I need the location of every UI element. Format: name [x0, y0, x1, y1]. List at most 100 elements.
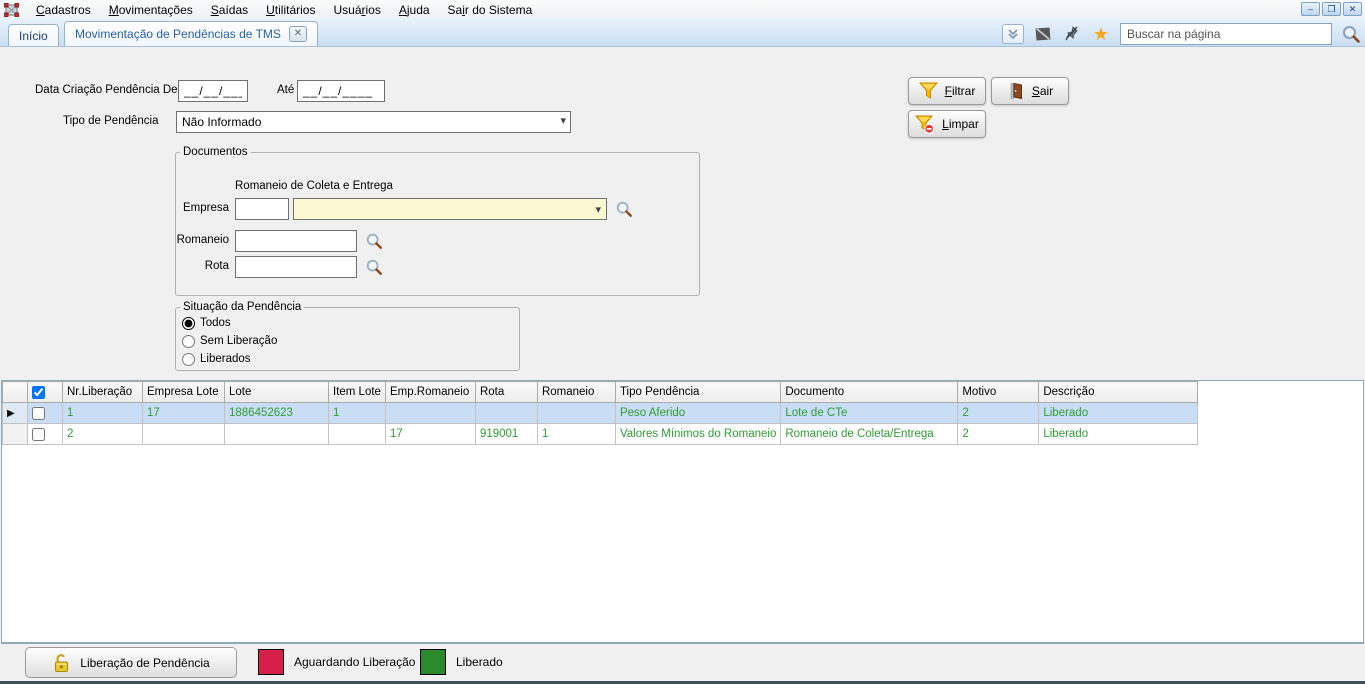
row-checkbox[interactable]: [32, 427, 45, 441]
menu-movimentacoes[interactable]: Movimentações: [100, 2, 202, 18]
cell-descricao: Liberado: [1038, 402, 1199, 424]
filtrar-button[interactable]: Filtrar: [908, 77, 986, 105]
select-all-header: [27, 381, 63, 403]
cell-rota: [474, 402, 538, 424]
select-all-checkbox[interactable]: [32, 385, 45, 399]
cell-emp-romaneio: [384, 402, 476, 424]
romaneio-search-button[interactable]: [365, 232, 383, 250]
search-input[interactable]: [1120, 23, 1332, 45]
col-nr-liberacao[interactable]: Nr.Liberação: [62, 381, 143, 403]
legend-color-liberado: [420, 649, 446, 675]
date-filter-row: Data Criação Pendência De Até: [0, 80, 1365, 104]
radio-liberados[interactable]: [182, 352, 195, 366]
sair-button[interactable]: Sair: [991, 77, 1069, 105]
tipo-pendencia-label: Tipo de Pendência: [63, 115, 159, 127]
table-row[interactable]: ▶ 1 17 1886452623 1 Peso Aferido Lote de…: [2, 402, 1199, 424]
tab-inicio[interactable]: Início: [8, 24, 59, 46]
radio-row-liberados: Liberados: [182, 351, 519, 367]
radio-todos[interactable]: [182, 316, 195, 330]
row-indicator-cell: [2, 423, 28, 445]
tipo-pendencia-select-wrap: Não Informado ▾: [176, 111, 571, 133]
radio-row-todos: Todos: [182, 315, 519, 331]
empresa-code-input[interactable]: [235, 198, 289, 220]
menu-utilitarios[interactable]: Utilitários: [257, 2, 324, 18]
radio-sem-liberacao-label: Sem Liberação: [200, 335, 278, 347]
empresa-combo[interactable]: ▾: [293, 198, 607, 220]
col-emp-romaneio[interactable]: Emp.Romaneio: [384, 381, 476, 403]
search-icon: [366, 233, 382, 249]
empresa-row: Empresa ▾: [183, 198, 695, 220]
row-indicator-cell: ▶: [2, 402, 28, 424]
rota-input[interactable]: [235, 256, 357, 278]
row-checkbox-cell: [27, 402, 63, 424]
favorites-button[interactable]: ★: [1091, 24, 1111, 44]
menu-usuarios[interactable]: Usuários: [324, 2, 389, 18]
date-from-input[interactable]: [178, 80, 248, 102]
col-item-lote[interactable]: Item Lote: [328, 381, 386, 403]
empresa-label: Empresa: [182, 202, 229, 214]
rota-search-button[interactable]: [365, 258, 383, 276]
current-row-arrow-icon: ▶: [7, 408, 15, 419]
minimize-button[interactable]: –: [1301, 2, 1320, 16]
col-romaneio[interactable]: Romaneio: [536, 381, 616, 403]
col-tipo-pendencia[interactable]: Tipo Pendência: [614, 381, 782, 403]
cell-nr-liberacao: 2: [62, 423, 143, 445]
col-descricao[interactable]: Descrição: [1038, 381, 1199, 403]
tab-close-icon[interactable]: ✕: [288, 26, 307, 42]
search-button[interactable]: [1341, 24, 1361, 44]
cell-lote: 1886452623: [224, 402, 329, 424]
menu-sair-do-sistema[interactable]: Sair do Sistema: [439, 2, 542, 18]
tipo-pendencia-select[interactable]: Não Informado: [176, 111, 571, 133]
tab-bar: Início Movimentação de Pendências de TMS…: [0, 19, 1365, 47]
pendencias-grid: Nr.Liberação Empresa Lote Lote Item Lote…: [1, 380, 1364, 644]
cell-romaneio: [536, 402, 616, 424]
unpin-button[interactable]: [1062, 24, 1082, 44]
romaneio-row: Romaneio: [177, 230, 435, 252]
col-lote[interactable]: Lote: [224, 381, 329, 403]
row-checkbox-cell: [27, 423, 63, 445]
romaneio-label: Romaneio: [176, 234, 229, 246]
row-checkbox[interactable]: [32, 406, 45, 420]
legend-liberado-label: Liberado: [456, 655, 503, 669]
legend-aguardando: Aguardando Liberação: [258, 649, 415, 675]
sair-label: Sair: [1031, 84, 1054, 98]
menu-cadastros[interactable]: Cadastros: [27, 2, 100, 18]
cell-motivo: 2: [957, 423, 1040, 445]
rota-label: Rota: [204, 260, 229, 272]
search-icon: [616, 201, 632, 217]
col-rota[interactable]: Rota: [474, 381, 538, 403]
radio-liberados-label: Liberados: [200, 353, 251, 365]
documentos-groupbox: Documentos Romaneio de Coleta e Entrega …: [175, 146, 700, 296]
liberacao-pendencia-button[interactable]: Liberação de Pendência: [25, 647, 237, 678]
col-empresa-lote[interactable]: Empresa Lote: [142, 381, 225, 403]
cell-emp-romaneio: 17: [384, 423, 476, 445]
date-to-input[interactable]: [297, 80, 385, 102]
menu-saidas[interactable]: Saídas: [202, 2, 257, 18]
pendencias-table: Nr.Liberação Empresa Lote Lote Item Lote…: [2, 381, 1199, 445]
table-row[interactable]: 2 17 919001 1 Valores Mínimos do Romanei…: [2, 423, 1199, 445]
tab-movimentacao-pendencias[interactable]: Movimentação de Pendências de TMS ✕: [64, 21, 318, 46]
liberacao-pendencia-label: Liberação de Pendência: [80, 655, 210, 670]
screenshot-disabled-button[interactable]: [1033, 24, 1053, 44]
col-documento[interactable]: Documento: [780, 381, 959, 403]
app-icon: [4, 2, 19, 17]
pin-slash-icon: [1065, 25, 1078, 41]
restore-button[interactable]: ❐: [1322, 2, 1341, 16]
cell-empresa-lote: 17: [142, 402, 225, 424]
empresa-search-button[interactable]: [615, 200, 633, 218]
close-button[interactable]: ✕: [1343, 2, 1362, 16]
tab-list-dropdown-button[interactable]: [1002, 24, 1024, 44]
col-motivo[interactable]: Motivo: [957, 381, 1040, 403]
date-filter-label: Data Criação Pendência De: [35, 84, 178, 96]
cell-documento: Romaneio de Coleta/Entrega: [780, 423, 959, 445]
rota-row: Rota: [205, 256, 435, 278]
radio-sem-liberacao[interactable]: [182, 334, 195, 348]
star-icon: ★: [1092, 24, 1110, 44]
chevron-double-down-icon: [1008, 29, 1018, 40]
no-image-icon: [1035, 27, 1051, 41]
filter-icon: [918, 82, 938, 99]
romaneio-input[interactable]: [235, 230, 357, 252]
legend-liberado: Liberado: [420, 649, 503, 675]
menu-ajuda[interactable]: Ajuda: [390, 2, 439, 18]
chevron-down-icon: ▾: [595, 203, 601, 216]
